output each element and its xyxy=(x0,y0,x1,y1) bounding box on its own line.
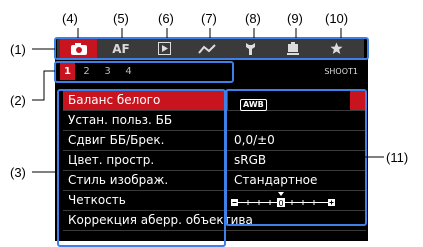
callout-leader-lines xyxy=(32,28,384,173)
